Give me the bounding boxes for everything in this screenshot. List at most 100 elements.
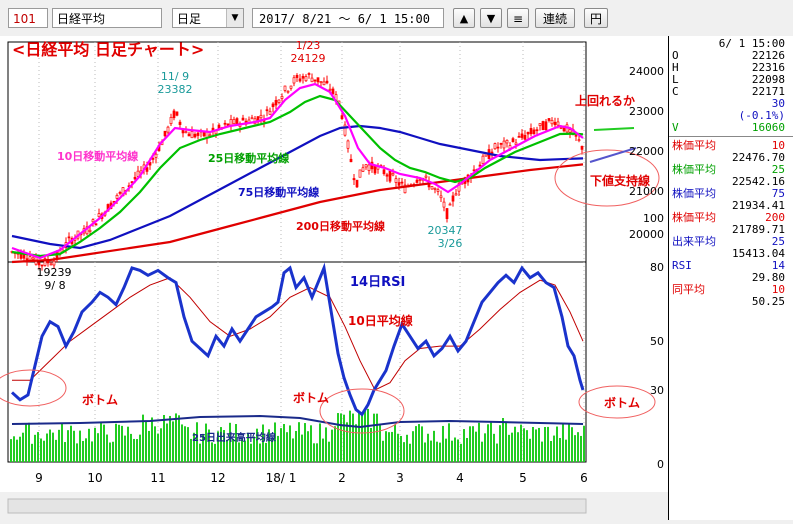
date-range-field[interactable]: 2017/ 8/21 〜 6/ 1 15:00 xyxy=(252,8,444,28)
candle-body xyxy=(223,122,227,125)
indicator-label: 株価平均 xyxy=(672,139,716,152)
volume-bar xyxy=(544,426,546,462)
volume-bar xyxy=(277,435,279,462)
candle-body xyxy=(544,121,548,131)
chart-scrollbar[interactable] xyxy=(7,498,587,514)
volume-bar xyxy=(538,427,540,462)
candle-body xyxy=(538,123,542,126)
volume-bar xyxy=(367,408,369,462)
volume-bar xyxy=(82,440,84,462)
volume-bar xyxy=(571,427,573,462)
volume-bar xyxy=(139,434,141,462)
candle-body xyxy=(295,74,299,78)
period-select[interactable]: 日足 ▼ xyxy=(172,8,244,28)
symbol-name-field[interactable]: 日経平均 xyxy=(52,8,162,28)
candle-body xyxy=(166,126,170,133)
candle-body xyxy=(553,121,557,126)
bottom-label-2: ボトム xyxy=(293,390,329,405)
volume-bar xyxy=(532,426,534,462)
candle-body xyxy=(28,256,32,261)
volume-bar xyxy=(295,430,297,462)
volume-bar xyxy=(316,443,318,462)
volume-bar xyxy=(508,434,510,462)
candle-body xyxy=(385,174,389,177)
volume-bar xyxy=(265,442,267,462)
volume-ma-line xyxy=(11,414,584,429)
volume-bar xyxy=(43,440,45,462)
candle-body xyxy=(529,128,533,135)
up-icon[interactable]: ▲ xyxy=(453,8,475,28)
volume-bar xyxy=(376,413,378,462)
lower-tick-80: 80 xyxy=(650,261,664,274)
volume-bar xyxy=(283,424,285,462)
volume-bar xyxy=(181,424,183,462)
candle-body xyxy=(493,143,497,150)
candle-body xyxy=(37,262,41,266)
low-value: 20347 xyxy=(428,224,463,237)
candle-body xyxy=(445,208,449,219)
candle-body xyxy=(361,167,365,172)
candle-body xyxy=(355,179,359,188)
x-tick-9: 9 xyxy=(35,471,43,485)
volume-bar xyxy=(478,422,480,462)
volume-bar xyxy=(40,438,42,462)
volume-bar xyxy=(259,443,261,462)
volume-bar xyxy=(475,431,477,462)
candle-body xyxy=(397,182,401,186)
volume-bar xyxy=(307,431,309,462)
volume-bar xyxy=(115,423,117,462)
down-icon[interactable]: ▼ xyxy=(480,8,502,28)
volume-bar xyxy=(337,413,339,462)
volume-bar xyxy=(64,442,66,462)
volume-bar xyxy=(463,429,465,462)
candle-body xyxy=(517,136,521,138)
volume-bar xyxy=(439,442,441,462)
yen-button[interactable]: 円 xyxy=(584,8,608,28)
volume-bar xyxy=(301,434,303,462)
volume-bar xyxy=(103,424,105,462)
volume-bar xyxy=(130,433,132,462)
volume-bar xyxy=(136,439,138,462)
volume-bar xyxy=(451,440,453,462)
candle-body xyxy=(151,158,155,160)
indicator-value-row: 50.25 xyxy=(669,296,789,308)
volume-bar xyxy=(340,413,342,462)
chevron-down-icon[interactable]: ▼ xyxy=(226,9,243,27)
candle-body xyxy=(136,170,140,177)
volume-bar xyxy=(364,409,366,462)
continuous-button[interactable]: 連続 xyxy=(535,8,575,28)
volume-bar xyxy=(499,425,501,462)
volume-bar xyxy=(160,428,162,462)
volume-bar xyxy=(343,414,345,462)
x-tick-5: 5 xyxy=(519,471,527,485)
volume-bar xyxy=(577,432,579,462)
volume-bar xyxy=(106,434,108,462)
candle-body xyxy=(442,201,446,208)
volume-bar xyxy=(163,414,165,462)
volume-bar xyxy=(109,442,111,462)
volume-bar xyxy=(529,438,531,462)
volume-bar xyxy=(421,426,423,462)
candle-body xyxy=(283,85,287,91)
volume-bar xyxy=(583,425,585,462)
candle-body xyxy=(496,146,500,149)
ma10-label: 10日移動平均線 xyxy=(57,149,138,163)
volume-bar xyxy=(346,422,348,462)
volume-bar xyxy=(553,435,555,462)
nov-value: 23382 xyxy=(158,83,193,96)
volume-bar xyxy=(238,442,240,462)
menu-icon[interactable]: ≡ xyxy=(507,8,529,28)
candle-body xyxy=(145,167,149,172)
lower-tick-50: 50 xyxy=(650,335,664,348)
bottom-label-1: ボトム xyxy=(82,392,118,407)
volume-bar xyxy=(469,426,471,462)
volume-bar xyxy=(52,432,54,462)
volume-bar xyxy=(355,424,357,462)
candle-body xyxy=(190,131,194,139)
code-input[interactable]: 101 xyxy=(8,8,48,28)
candle-body xyxy=(556,121,560,126)
candle-body xyxy=(349,158,353,163)
volume-bar xyxy=(445,438,447,462)
volume-bar xyxy=(352,413,354,462)
candle-body xyxy=(388,170,392,182)
